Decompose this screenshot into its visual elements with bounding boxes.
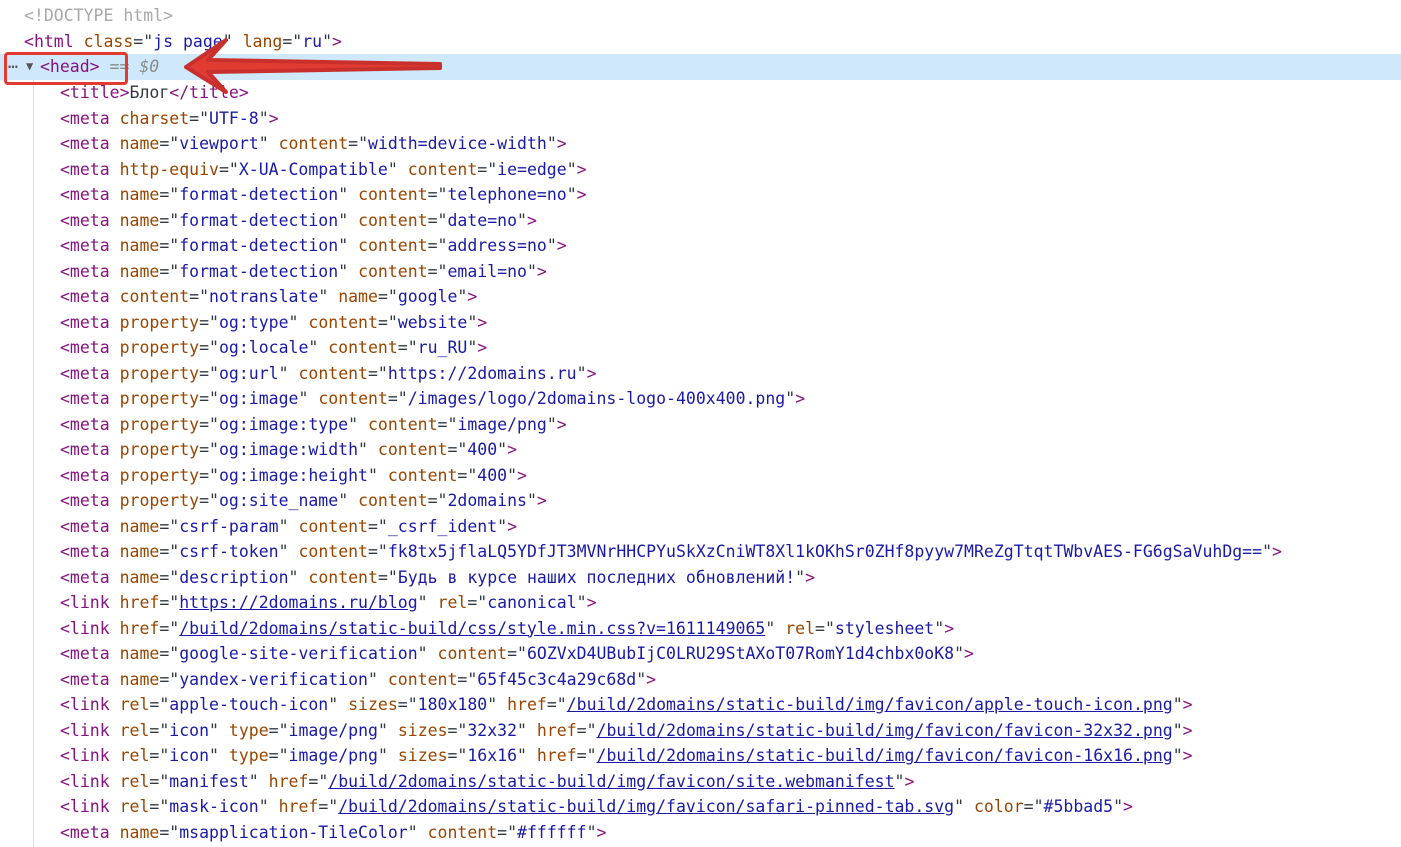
red-arrow-icon (184, 38, 442, 94)
elements-panel: <!DOCTYPE html> <html class="js page" la… (0, 0, 1401, 847)
